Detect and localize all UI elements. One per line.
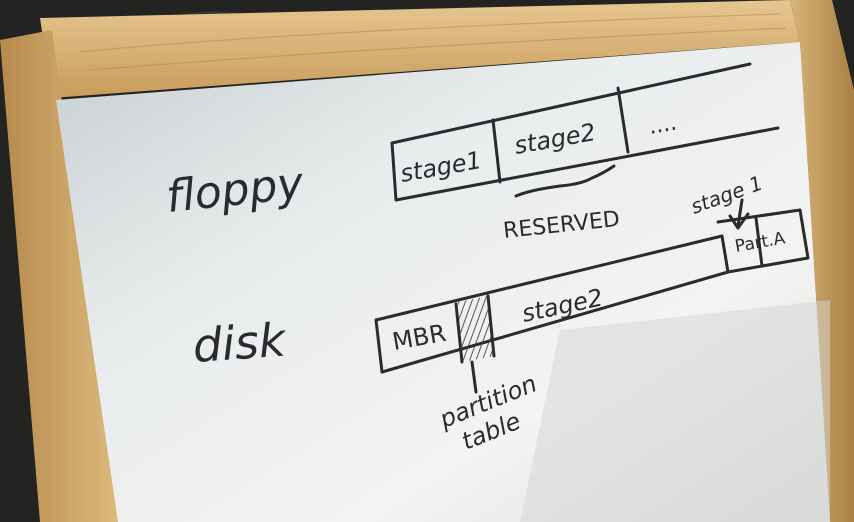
whiteboard-drawing: floppy disk stage1 stage2 .... RESERVED … — [0, 0, 854, 522]
label-disk: disk — [191, 312, 289, 372]
board-shadow — [520, 300, 830, 522]
partition-table-hatch — [458, 296, 494, 362]
whiteboard-photo: floppy disk stage1 stage2 .... RESERVED … — [0, 0, 854, 522]
floppy-segment-more: .... — [647, 110, 679, 139]
